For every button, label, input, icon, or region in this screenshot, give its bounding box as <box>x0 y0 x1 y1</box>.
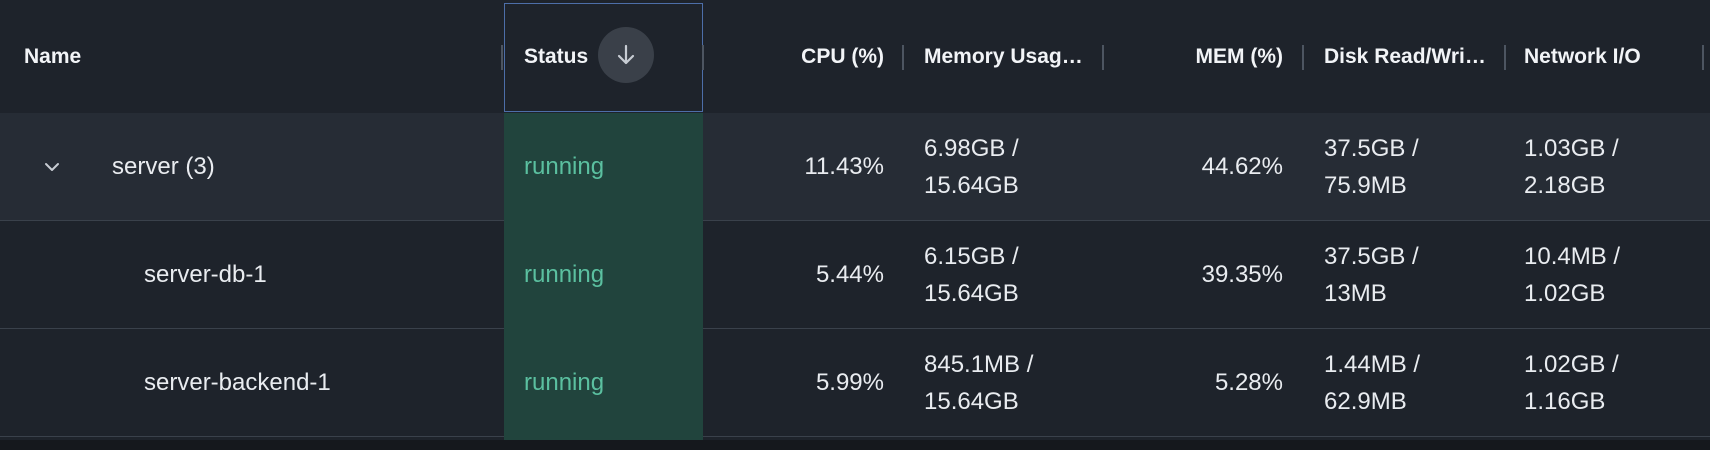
column-header-cpu[interactable]: CPU (%) <box>720 0 884 113</box>
column-resize-handle[interactable] <box>1302 45 1304 70</box>
disk-io-line: 13MB <box>1324 280 1387 307</box>
column-header-memory-usage[interactable]: Memory Usag… <box>924 0 1102 113</box>
network-io-line: 1.16GB <box>1524 388 1606 415</box>
collapse-chevron-button[interactable] <box>38 153 66 181</box>
status-text: running <box>524 153 605 180</box>
network-io-line: 2.18GB <box>1524 172 1606 199</box>
memory-usage-line: 6.15GB / <box>924 243 1019 270</box>
memory-usage-value: 845.1MB / 15.64GB <box>924 329 1094 437</box>
column-header-status[interactable]: Status <box>524 0 604 113</box>
sort-descending-button[interactable] <box>598 27 654 83</box>
disk-io-line: 75.9MB <box>1324 172 1407 199</box>
status-text: running <box>524 369 605 396</box>
disk-io-value: 37.5GB / 75.9MB <box>1324 113 1494 221</box>
column-header-name[interactable]: Name <box>24 0 324 113</box>
column-resize-handle[interactable] <box>1102 45 1104 70</box>
arrow-down-icon <box>617 44 635 65</box>
network-io-line: 1.02GB / <box>1524 351 1619 378</box>
disk-io-value: 1.44MB / 62.9MB <box>1324 329 1494 437</box>
mem-percent-value: 5.28% <box>1214 369 1283 396</box>
column-resize-handle[interactable] <box>1702 45 1704 70</box>
column-resize-handle[interactable] <box>702 45 704 70</box>
container-name: server-backend-1 <box>144 369 331 396</box>
column-resize-handle[interactable] <box>902 45 904 70</box>
table-bottom-edge <box>0 440 1710 450</box>
memory-usage-line: 15.64GB <box>924 172 1019 199</box>
disk-io-line: 1.44MB / <box>1324 351 1421 378</box>
memory-usage-line: 15.64GB <box>924 280 1019 307</box>
memory-usage-line: 6.98GB / <box>924 135 1019 162</box>
cpu-value: 5.99% <box>815 369 884 396</box>
network-io-line: 10.4MB / <box>1524 243 1621 270</box>
network-io-value: 10.4MB / 1.02GB <box>1524 221 1694 329</box>
container-stats-table: Name Status CPU (%) Memory Usag… MEM (%)… <box>0 0 1710 450</box>
cpu-value: 11.43% <box>804 153 884 180</box>
status-text: running <box>524 261 605 288</box>
column-header-network[interactable]: Network I/O <box>1524 0 1694 113</box>
container-name: server-db-1 <box>144 261 267 288</box>
network-io-line: 1.02GB <box>1524 280 1606 307</box>
network-io-value: 1.03GB / 2.18GB <box>1524 113 1694 221</box>
cpu-value: 5.44% <box>815 261 884 288</box>
memory-usage-line: 15.64GB <box>924 388 1019 415</box>
mem-percent-value: 44.62% <box>1201 153 1283 180</box>
network-io-value: 1.02GB / 1.16GB <box>1524 329 1694 437</box>
disk-io-value: 37.5GB / 13MB <box>1324 221 1494 329</box>
table-header: Name Status CPU (%) Memory Usag… MEM (%)… <box>0 0 1710 114</box>
disk-io-line: 62.9MB <box>1324 388 1407 415</box>
mem-percent-value: 39.35% <box>1201 261 1283 288</box>
chevron-down-icon <box>45 163 59 171</box>
column-header-mem-percent[interactable]: MEM (%) <box>1120 0 1284 113</box>
column-resize-handle[interactable] <box>501 45 503 70</box>
column-resize-handle[interactable] <box>1504 45 1506 70</box>
memory-usage-line: 845.1MB / <box>924 351 1034 378</box>
container-name: server (3) <box>112 153 215 180</box>
memory-usage-value: 6.15GB / 15.64GB <box>924 221 1094 329</box>
memory-usage-value: 6.98GB / 15.64GB <box>924 113 1094 221</box>
network-io-line: 1.03GB / <box>1524 135 1619 162</box>
disk-io-line: 37.5GB / <box>1324 243 1419 270</box>
column-header-disk[interactable]: Disk Read/Wri… <box>1324 0 1502 113</box>
disk-io-line: 37.5GB / <box>1324 135 1419 162</box>
